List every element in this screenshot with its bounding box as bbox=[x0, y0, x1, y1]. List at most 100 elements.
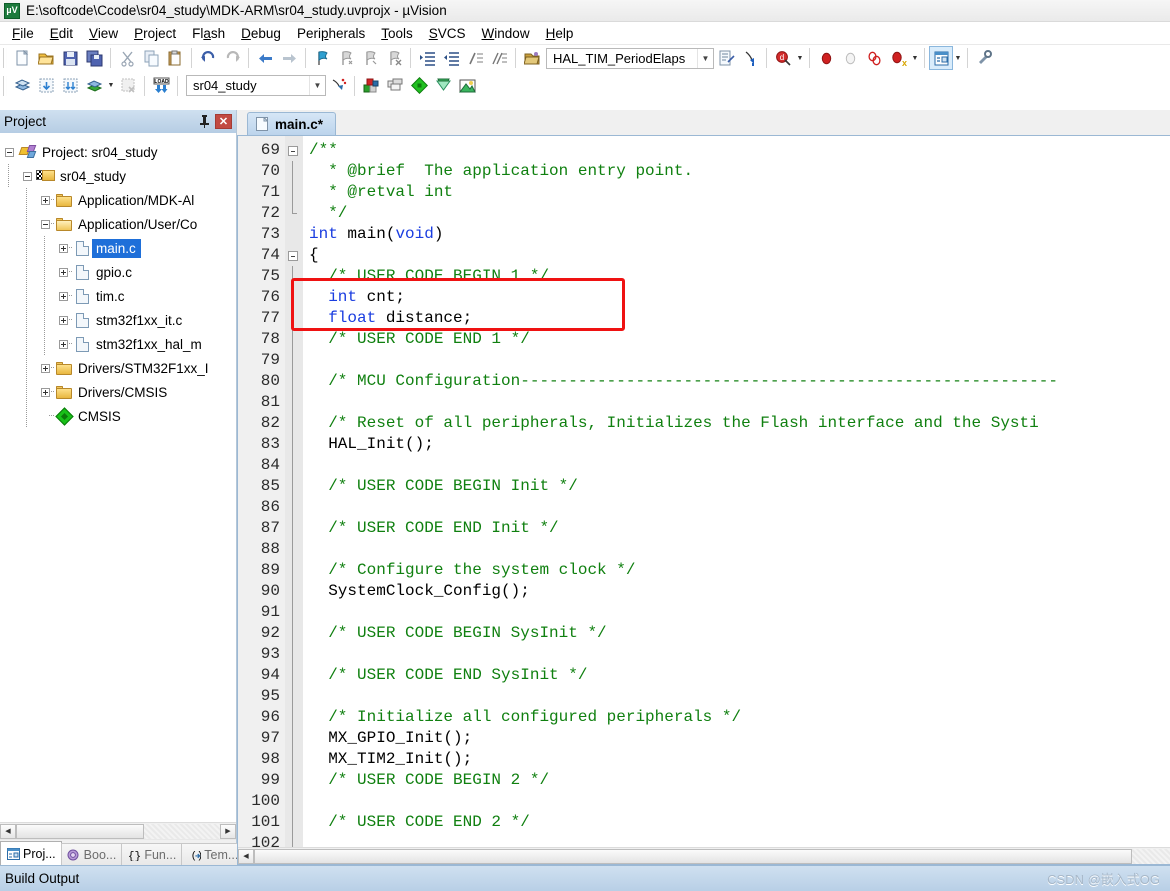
collapse-minus-icon[interactable] bbox=[40, 219, 50, 229]
cut-icon[interactable] bbox=[115, 46, 139, 70]
scroll-right-arrow-icon[interactable]: ▶ bbox=[220, 823, 236, 839]
uncomment-icon[interactable] bbox=[487, 46, 511, 70]
menu-project[interactable]: Project bbox=[126, 24, 184, 43]
stop-build-icon[interactable] bbox=[116, 74, 140, 98]
editor-horizontal-scrollbar[interactable]: ◀ bbox=[238, 847, 1170, 864]
expand-plus-icon[interactable] bbox=[58, 339, 68, 349]
scrollbar-track[interactable] bbox=[254, 848, 1170, 864]
multi-project-icon[interactable] bbox=[383, 74, 407, 98]
build-icon[interactable] bbox=[34, 74, 58, 98]
batch-build-icon[interactable] bbox=[82, 74, 106, 98]
chevron-down-icon[interactable]: ▼ bbox=[309, 76, 325, 95]
target-options-icon[interactable] bbox=[326, 74, 350, 98]
open-file-icon[interactable] bbox=[34, 46, 58, 70]
redo-icon[interactable] bbox=[220, 46, 244, 70]
batch-build-dropdown-arrow[interactable]: ▼ bbox=[106, 74, 116, 98]
scrollbar-thumb[interactable] bbox=[16, 823, 144, 839]
paste-icon[interactable] bbox=[163, 46, 187, 70]
expander-toggle[interactable] bbox=[0, 140, 18, 164]
doc-tab-main-c[interactable]: main.c* bbox=[247, 112, 337, 135]
close-icon[interactable]: ✕ bbox=[215, 114, 232, 129]
bookmark-toggle-icon[interactable] bbox=[310, 46, 334, 70]
menu-view[interactable]: View bbox=[81, 24, 126, 43]
scroll-left-arrow-icon[interactable]: ◀ bbox=[0, 823, 16, 839]
project-window-icon[interactable] bbox=[929, 46, 953, 70]
indent-right-icon[interactable] bbox=[415, 46, 439, 70]
fold-marker[interactable] bbox=[285, 140, 303, 161]
pack-browse-icon[interactable] bbox=[455, 74, 479, 98]
expander-toggle[interactable] bbox=[54, 236, 73, 260]
rebuild-icon[interactable] bbox=[58, 74, 82, 98]
menu-window[interactable]: Window bbox=[474, 24, 538, 43]
tab-project[interactable]: Proj... bbox=[0, 841, 62, 865]
expander-toggle[interactable] bbox=[36, 356, 55, 380]
new-file-icon[interactable] bbox=[10, 46, 34, 70]
tab-functions[interactable]: {} Fun... bbox=[121, 843, 183, 865]
target-select-combo[interactable]: sr04_study ▼ bbox=[186, 75, 326, 96]
tree-item-application-user[interactable]: Application/User/Co bbox=[0, 212, 236, 236]
expander-toggle[interactable] bbox=[36, 188, 55, 212]
project-window-dropdown-arrow[interactable]: ▼ bbox=[953, 46, 963, 70]
indent-left-icon[interactable] bbox=[439, 46, 463, 70]
expander-toggle[interactable] bbox=[54, 260, 73, 284]
collapse-minus-icon[interactable] bbox=[22, 171, 32, 181]
project-horizontal-scrollbar[interactable]: ◀ ▶ bbox=[0, 822, 236, 839]
chevron-down-icon[interactable]: ▼ bbox=[697, 48, 713, 68]
tree-item-tim-c[interactable]: tim.c bbox=[0, 284, 236, 308]
tree-item-target[interactable]: sr04_study bbox=[0, 164, 236, 188]
fold-collapse-icon[interactable] bbox=[288, 146, 298, 156]
code-text[interactable]: /** * @brief The application entry point… bbox=[303, 136, 1170, 847]
breakpoint-dropdown-arrow[interactable]: ▼ bbox=[910, 46, 920, 70]
comment-icon[interactable] bbox=[463, 46, 487, 70]
save-all-icon[interactable] bbox=[82, 46, 106, 70]
pack-installer-icon[interactable] bbox=[431, 74, 455, 98]
expand-plus-icon[interactable] bbox=[40, 387, 50, 397]
expand-plus-icon[interactable] bbox=[58, 291, 68, 301]
fold-marker[interactable] bbox=[285, 245, 303, 266]
expand-plus-icon[interactable] bbox=[40, 363, 50, 373]
tree-item-gpio-c[interactable]: gpio.c bbox=[0, 260, 236, 284]
expand-plus-icon[interactable] bbox=[58, 243, 68, 253]
components-icon[interactable] bbox=[407, 74, 431, 98]
breakpoint-disable-icon[interactable] bbox=[838, 46, 862, 70]
toolbar-grip[interactable] bbox=[3, 48, 7, 68]
menu-help[interactable]: Help bbox=[538, 24, 582, 43]
tree-item-stm32f1xx-hal-msp-c[interactable]: stm32f1xx_hal_m bbox=[0, 332, 236, 356]
breakpoint-disable-all-icon[interactable] bbox=[862, 46, 886, 70]
expand-plus-icon[interactable] bbox=[40, 195, 50, 205]
code-folding-column[interactable] bbox=[285, 136, 303, 847]
tree-item-drivers-cmsis[interactable]: Drivers/CMSIS bbox=[0, 380, 236, 404]
scrollbar-track[interactable] bbox=[16, 823, 220, 839]
open-project-icon[interactable] bbox=[520, 46, 544, 70]
menu-debug[interactable]: Debug bbox=[233, 24, 289, 43]
navigate-forward-icon[interactable] bbox=[277, 46, 301, 70]
scroll-left-arrow-icon[interactable]: ◀ bbox=[238, 848, 254, 864]
collapse-minus-icon[interactable] bbox=[4, 147, 14, 157]
tree-item-main-c[interactable]: main.c bbox=[0, 236, 236, 260]
manage-runtime-icon[interactable] bbox=[359, 74, 383, 98]
expand-plus-icon[interactable] bbox=[58, 267, 68, 277]
toolbar-grip[interactable] bbox=[3, 75, 7, 96]
tree-item-project-root[interactable]: Project: sr04_study bbox=[0, 140, 236, 164]
menu-file[interactable]: File bbox=[4, 24, 42, 43]
goto-definition-icon[interactable] bbox=[714, 46, 738, 70]
breakpoint-insert-icon[interactable] bbox=[814, 46, 838, 70]
copy-icon[interactable] bbox=[139, 46, 163, 70]
menu-svcs[interactable]: SVCS bbox=[421, 24, 474, 43]
fold-collapse-icon[interactable] bbox=[288, 251, 298, 261]
find-in-files-icon[interactable] bbox=[738, 46, 762, 70]
expander-toggle[interactable] bbox=[36, 380, 55, 404]
navigate-back-icon[interactable] bbox=[253, 46, 277, 70]
bookmark-clear-icon[interactable] bbox=[382, 46, 406, 70]
expand-plus-icon[interactable] bbox=[58, 315, 68, 325]
undo-icon[interactable] bbox=[196, 46, 220, 70]
scrollbar-thumb[interactable] bbox=[254, 848, 1132, 864]
menu-tools[interactable]: Tools bbox=[373, 24, 421, 43]
tree-item-stm32f1xx-it-c[interactable]: stm32f1xx_it.c bbox=[0, 308, 236, 332]
expander-toggle[interactable] bbox=[36, 212, 55, 236]
tab-templates[interactable]: () Tem... bbox=[181, 843, 245, 865]
tab-books[interactable]: Boo... bbox=[60, 843, 123, 865]
download-icon[interactable]: LOAD bbox=[149, 74, 173, 98]
code-view[interactable]: 69 70 71 72 73 74 75 76 77 78 79 80 81 82 83 84 85 86 87 88… bbox=[238, 136, 1170, 847]
expander-toggle[interactable] bbox=[18, 164, 36, 188]
